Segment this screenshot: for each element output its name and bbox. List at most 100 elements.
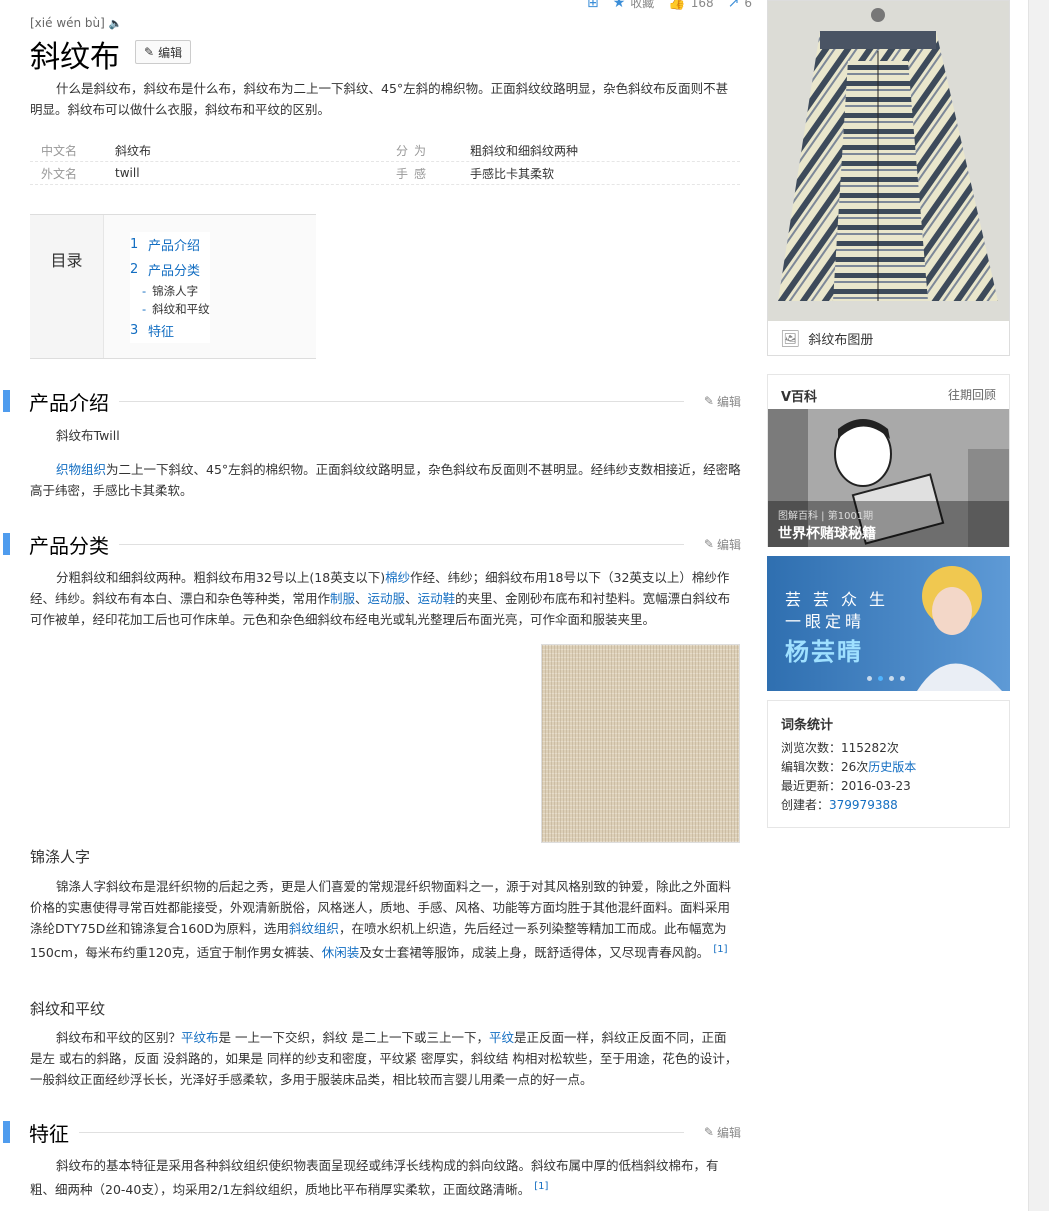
- edit-label: 编辑: [716, 1125, 741, 1140]
- scrollbar[interactable]: [1028, 0, 1049, 1211]
- pencil-icon: ✎: [703, 394, 714, 408]
- subsection-title: 锦涤人字: [30, 848, 91, 866]
- stats-value: 2016-03-23: [841, 779, 911, 793]
- link-cotton-yarn[interactable]: 棉纱: [385, 570, 410, 585]
- toc-link[interactable]: 特征: [148, 321, 174, 340]
- link-weave-structure[interactable]: 织物组织: [56, 462, 106, 477]
- section-edit-button[interactable]: ✎ 编辑: [704, 1124, 741, 1141]
- section-marker: [3, 1121, 10, 1143]
- ad-line-2: 一眼定晴: [785, 612, 866, 631]
- stats-row-views: 浏览次数：115282次: [781, 739, 916, 758]
- text: 分粗斜纹和细斜纹两种。粗斜纹布用32号以上(18英支以下): [56, 570, 386, 585]
- section-edit-button[interactable]: ✎ 编辑: [704, 393, 741, 410]
- toc-item[interactable]: 3 特征: [130, 318, 210, 343]
- toc-subitem[interactable]: - 锦涤人字: [130, 282, 210, 300]
- gallery-icon: 🖼: [780, 329, 801, 348]
- pencil-icon: ✎: [703, 1125, 714, 1139]
- carousel-dot-active[interactable]: [878, 676, 883, 681]
- stats-rows: 浏览次数：115282次 编辑次数：26次历史版本 最近更新：2016-03-2…: [781, 739, 916, 815]
- link-plain-weave[interactable]: 平纹: [489, 1030, 514, 1045]
- edit-label: 编辑: [158, 45, 183, 60]
- link-sports-shoes[interactable]: 运动鞋: [418, 591, 456, 606]
- album-card[interactable]: 🖼 斜纹布图册: [767, 0, 1010, 356]
- pinyin: [xié wén bù] 🔈: [30, 16, 123, 30]
- toc-subitem[interactable]: - 斜纹和平纹: [130, 300, 210, 318]
- link-casual-wear[interactable]: 休闲装: [322, 945, 360, 960]
- fabric-image[interactable]: [541, 644, 740, 843]
- stats-title: 词条统计: [781, 718, 834, 733]
- carousel-dot[interactable]: [867, 676, 872, 681]
- toc-list: 1 产品介绍 2 产品分类 - 锦涤人字 - 斜纹和平纹 3 特征: [130, 232, 210, 343]
- divider: [79, 1131, 684, 1133]
- share-button[interactable]: ↗ 6: [728, 0, 752, 11]
- vbaike-more-link[interactable]: 往期回顾: [948, 386, 996, 403]
- ad-line-3: 杨芸晴: [785, 638, 863, 666]
- ad-line-1: 芸芸众生: [785, 590, 898, 609]
- plus-square-icon: ⊞: [586, 0, 599, 11]
- speaker-icon[interactable]: 🔈: [109, 17, 123, 30]
- add-button[interactable]: ⊞: [587, 0, 599, 11]
- share-icon: ↗: [727, 0, 740, 11]
- stats-label: 编辑次数：: [781, 760, 842, 774]
- stats-label: 创建者：: [781, 798, 830, 812]
- text: 为二上一下斜纹、45°左斜的棉织物。正面斜纹纹路明显，杂色斜纹布反面则不甚明显。…: [30, 462, 741, 498]
- table-of-contents: 目录 1 产品介绍 2 产品分类 - 锦涤人字 - 斜纹和平纹 3 特征: [30, 214, 316, 359]
- link-uniform[interactable]: 制服: [330, 591, 355, 606]
- divider: [119, 400, 684, 402]
- reference-link[interactable]: [1]: [534, 1181, 548, 1192]
- vbaike-image[interactable]: 图解百科 | 第1001期 世界杯赌球秘籍: [768, 409, 1009, 547]
- like-button[interactable]: 👍 168: [668, 0, 713, 11]
- hanger-icon: [871, 8, 885, 22]
- text: 是 一上一下交织，斜纹 是二上一下或三上一下，: [218, 1030, 489, 1045]
- basic-info-row: 外文名 twill 手感 手感比卡其柔软: [30, 162, 740, 185]
- stats-row-updated: 最近更新：2016-03-23: [781, 777, 916, 796]
- vbaike-card: V百科 往期回顾 图解百科 | 第1001期 世界杯赌球秘籍: [767, 374, 1010, 547]
- section-heading-feature: 特征 ✎ 编辑: [0, 1119, 741, 1146]
- like-count: 168: [690, 0, 714, 10]
- edit-label: 编辑: [716, 537, 741, 552]
- basic-info-row: 中文名 斜纹布 分为 粗斜纹和细斜纹两种: [30, 139, 740, 162]
- basic-value: 斜纹布: [115, 143, 152, 158]
- carousel-dot[interactable]: [889, 676, 894, 681]
- section-heading-classify: 产品分类 ✎ 编辑: [0, 531, 741, 558]
- stats-label: 浏览次数：: [781, 741, 842, 755]
- toc-item[interactable]: 2 产品分类: [130, 257, 210, 282]
- toc-link[interactable]: 产品分类: [148, 260, 200, 279]
- basic-key: 中文名: [41, 143, 78, 158]
- subsection-title: 斜纹和平纹: [30, 1000, 106, 1018]
- stats-value: 115282次: [841, 741, 899, 755]
- basic-key: 手感: [396, 166, 433, 181]
- toc-item[interactable]: 1 产品介绍: [130, 232, 210, 257]
- toc-link[interactable]: 产品介绍: [148, 235, 200, 254]
- carousel-dot[interactable]: [900, 676, 905, 681]
- basic-value: 手感比卡其柔软: [470, 166, 555, 181]
- toc-sublink[interactable]: 锦涤人字: [152, 283, 198, 299]
- skirt-image: [768, 1, 1009, 321]
- creator-link[interactable]: 379979388: [829, 798, 898, 812]
- pencil-icon: ✎: [703, 537, 714, 551]
- entry-stats-card: 词条统计 浏览次数：115282次 编辑次数：26次历史版本 最近更新：2016…: [767, 700, 1010, 828]
- ad-banner[interactable]: 芸芸众生 一眼定晴 杨芸晴: [767, 556, 1010, 691]
- favorite-button[interactable]: ★ 收藏: [613, 0, 655, 11]
- toc-sublink[interactable]: 斜纹和平纹: [152, 301, 210, 317]
- favorite-label: 收藏: [630, 0, 655, 10]
- bullet-icon: -: [142, 284, 147, 298]
- link-twill-weave[interactable]: 斜纹组织: [289, 921, 339, 936]
- carousel-dots: [867, 676, 905, 681]
- text: 及女士套裙等服饰，成装上身，既舒适得体，又尽现青春风韵。: [359, 945, 710, 961]
- history-link[interactable]: 历史版本: [868, 760, 916, 774]
- vbaike-tag: 图解百科 | 第1001期: [778, 511, 874, 522]
- basic-value: 粗斜纹和细斜纹两种: [470, 143, 579, 158]
- link-sportswear[interactable]: 运动服: [368, 591, 406, 606]
- reference-link[interactable]: [1]: [713, 944, 727, 955]
- basic-key: 外文名: [41, 166, 78, 181]
- edit-title-button[interactable]: ✎ 编辑: [135, 40, 192, 64]
- album-photo[interactable]: [768, 1, 1009, 321]
- vbaike-headline[interactable]: 世界杯赌球秘籍: [778, 523, 876, 543]
- toc-num: 3: [130, 323, 139, 338]
- main-content: ⊞ ★ 收藏 👍 168 ↗ 6 [xié wén bù] 🔈 斜纹布 ✎ 编辑 什么是斜…: [0, 0, 760, 1211]
- album-caption[interactable]: 🖼 斜纹布图册: [780, 329, 873, 348]
- basic-key: 分为: [396, 143, 433, 158]
- section-edit-button[interactable]: ✎ 编辑: [704, 536, 741, 553]
- link-plain-cloth[interactable]: 平纹布: [181, 1030, 219, 1045]
